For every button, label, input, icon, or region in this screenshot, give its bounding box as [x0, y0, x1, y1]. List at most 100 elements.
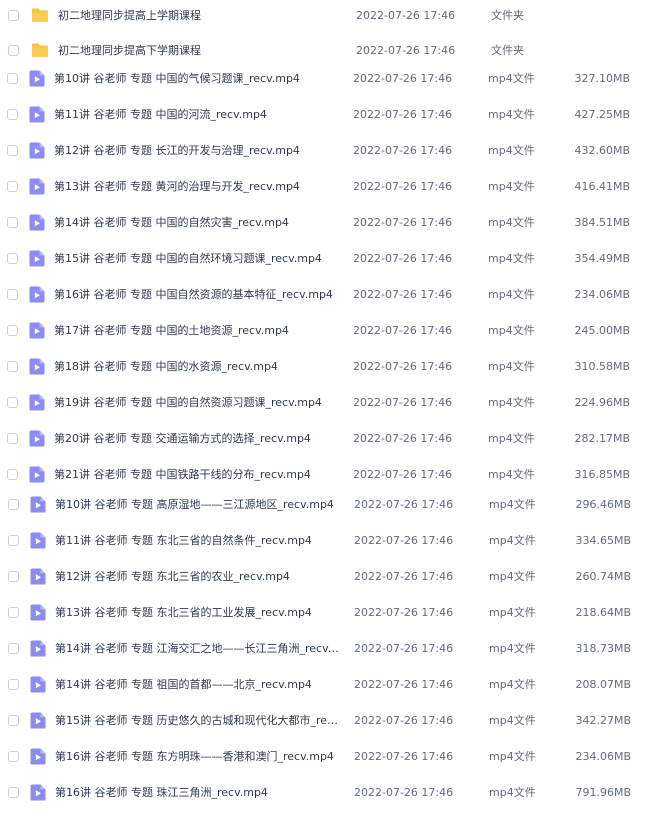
video-icon [29, 106, 46, 123]
row-checkbox[interactable] [7, 217, 18, 228]
file-date: 2022-07-26 17:46 [354, 714, 454, 727]
file-row[interactable]: 第16讲 谷老师 专题 东方明珠——香港和澳门_recv.mp4 2022-07-… [0, 746, 656, 768]
folder-shape [32, 43, 48, 57]
file-row[interactable]: 第15讲 谷老师 专题 中国的自然环境习题课_recv.mp4 2022-07-2… [0, 248, 656, 270]
file-row[interactable]: 第12讲 谷老师 专题 东北三省的农业_recv.mp4 2022-07-26 1… [0, 566, 656, 588]
row-checkbox[interactable] [7, 433, 18, 444]
folder-icon [31, 7, 48, 24]
file-name[interactable]: 第14讲 谷老师 专题 江海交汇之地——长江三角洲_recv.... [55, 638, 340, 660]
video-shape [29, 322, 45, 339]
file-size: 327.10MB [574, 72, 630, 85]
video-shape [30, 532, 46, 549]
file-name[interactable]: 第16讲 谷老师 专题 珠江三角洲_recv.mp4 [55, 782, 268, 804]
file-name[interactable]: 第21讲 谷老师 专题 中国铁路干线的分布_recv.mp4 [54, 464, 311, 486]
row-checkbox[interactable] [7, 181, 18, 192]
file-name[interactable]: 第11讲 谷老师 专题 东北三省的自然条件_recv.mp4 [55, 530, 312, 552]
video-shape [30, 712, 46, 729]
file-name[interactable]: 第14讲 谷老师 专题 祖国的首都——北京_recv.mp4 [55, 674, 312, 696]
row-checkbox[interactable] [8, 751, 19, 762]
folder-shape [32, 8, 48, 22]
folder-row[interactable]: 初二地理同步提高上学期课程 2022-07-26 17:46 文件夹 [0, 5, 656, 27]
file-type: mp4文件 [489, 606, 536, 619]
file-type: mp4文件 [488, 72, 535, 85]
row-checkbox[interactable] [7, 325, 18, 336]
file-date: 2022-07-26 17:46 [353, 468, 453, 481]
file-name[interactable]: 第13讲 谷老师 专题 黄河的治理与开发_recv.mp4 [54, 176, 300, 198]
file-name[interactable]: 第11讲 谷老师 专题 中国的河流_recv.mp4 [54, 104, 267, 126]
row-checkbox[interactable] [7, 145, 18, 156]
file-size: 318.73MB [575, 642, 631, 655]
video-icon [30, 496, 47, 513]
file-name[interactable]: 第10讲 谷老师 专题 高原湿地——三江源地区_recv.mp4 [55, 494, 334, 516]
file-name[interactable]: 第17讲 谷老师 专题 中国的土地资源_recv.mp4 [54, 320, 289, 342]
file-name[interactable]: 第10讲 谷老师 专题 中国的气候习题课_recv.mp4 [54, 68, 300, 90]
file-size: 342.27MB [575, 714, 631, 727]
file-row[interactable]: 第12讲 谷老师 专题 长江的开发与治理_recv.mp4 2022-07-26 … [0, 140, 656, 162]
file-name[interactable]: 初二地理同步提高上学期课程 [58, 5, 201, 27]
file-row[interactable]: 第20讲 谷老师 专题 交通运输方式的选择_recv.mp4 2022-07-26… [0, 428, 656, 450]
row-checkbox[interactable] [8, 10, 19, 21]
row-checkbox[interactable] [8, 787, 19, 798]
folder-icon [31, 42, 48, 59]
video-shape [30, 604, 46, 621]
file-date: 2022-07-26 17:46 [353, 252, 453, 265]
row-checkbox[interactable] [7, 469, 18, 480]
file-row[interactable]: 第11讲 谷老师 专题 中国的河流_recv.mp4 2022-07-26 17:… [0, 104, 656, 126]
row-checkbox[interactable] [8, 535, 19, 546]
file-type: mp4文件 [488, 396, 535, 409]
row-checkbox[interactable] [7, 361, 18, 372]
file-name[interactable]: 第19讲 谷老师 专题 中国的自然资源习题课_recv.mp4 [54, 392, 322, 414]
folder-row[interactable]: 初二地理同步提高下学期课程 2022-07-26 17:46 文件夹 [0, 40, 656, 62]
row-checkbox[interactable] [7, 109, 18, 120]
video-icon [30, 604, 47, 621]
file-name[interactable]: 第12讲 谷老师 专题 长江的开发与治理_recv.mp4 [54, 140, 300, 162]
row-checkbox[interactable] [8, 679, 19, 690]
file-type: mp4文件 [489, 642, 536, 655]
file-row[interactable]: 第17讲 谷老师 专题 中国的土地资源_recv.mp4 2022-07-26 1… [0, 320, 656, 342]
file-row[interactable]: 第16讲 谷老师 专题 中国自然资源的基本特征_recv.mp4 2022-07-… [0, 284, 656, 306]
row-checkbox[interactable] [7, 289, 18, 300]
file-name[interactable]: 第20讲 谷老师 专题 交通运输方式的选择_recv.mp4 [54, 428, 311, 450]
video-shape [29, 286, 45, 303]
row-checkbox[interactable] [8, 607, 19, 618]
file-size: 416.41MB [574, 180, 630, 193]
file-name[interactable]: 第12讲 谷老师 专题 东北三省的农业_recv.mp4 [55, 566, 290, 588]
file-row[interactable]: 第10讲 谷老师 专题 中国的气候习题课_recv.mp4 2022-07-26 … [0, 68, 656, 90]
file-row[interactable]: 第14讲 谷老师 专题 中国的自然灾害_recv.mp4 2022-07-26 1… [0, 212, 656, 234]
file-name[interactable]: 初二地理同步提高下学期课程 [58, 40, 201, 62]
file-row[interactable]: 第10讲 谷老师 专题 高原湿地——三江源地区_recv.mp4 2022-07-… [0, 494, 656, 516]
file-name[interactable]: 第15讲 谷老师 专题 历史悠久的古城和现代化大都市_rec... [55, 710, 340, 732]
file-name[interactable]: 第16讲 谷老师 专题 中国自然资源的基本特征_recv.mp4 [54, 284, 333, 306]
video-icon [29, 286, 46, 303]
video-shape [30, 496, 46, 513]
row-checkbox[interactable] [7, 73, 18, 84]
file-row[interactable]: 第13讲 谷老师 专题 黄河的治理与开发_recv.mp4 2022-07-26 … [0, 176, 656, 198]
row-checkbox[interactable] [8, 643, 19, 654]
file-type: mp4文件 [489, 570, 536, 583]
row-checkbox[interactable] [8, 715, 19, 726]
file-row[interactable]: 第18讲 谷老师 专题 中国的水资源_recv.mp4 2022-07-26 17… [0, 356, 656, 378]
row-checkbox[interactable] [8, 571, 19, 582]
file-name[interactable]: 第16讲 谷老师 专题 东方明珠——香港和澳门_recv.mp4 [55, 746, 334, 768]
file-date: 2022-07-26 17:46 [353, 108, 453, 121]
file-name[interactable]: 第14讲 谷老师 专题 中国的自然灾害_recv.mp4 [54, 212, 289, 234]
row-checkbox[interactable] [8, 499, 19, 510]
file-row[interactable]: 第21讲 谷老师 专题 中国铁路干线的分布_recv.mp4 2022-07-26… [0, 464, 656, 486]
file-name[interactable]: 第15讲 谷老师 专题 中国的自然环境习题课_recv.mp4 [54, 248, 322, 270]
row-checkbox[interactable] [7, 253, 18, 264]
file-name[interactable]: 第18讲 谷老师 专题 中国的水资源_recv.mp4 [54, 356, 278, 378]
file-type: mp4文件 [488, 216, 535, 229]
row-checkbox[interactable] [7, 397, 18, 408]
video-shape [30, 568, 46, 585]
file-row[interactable]: 第14讲 谷老师 专题 祖国的首都——北京_recv.mp4 2022-07-26… [0, 674, 656, 696]
file-row[interactable]: 第14讲 谷老师 专题 江海交汇之地——长江三角洲_recv.... 2022-0… [0, 638, 656, 660]
file-row[interactable]: 第13讲 谷老师 专题 东北三省的工业发展_recv.mp4 2022-07-26… [0, 602, 656, 624]
file-row[interactable]: 第19讲 谷老师 专题 中国的自然资源习题课_recv.mp4 2022-07-2… [0, 392, 656, 414]
file-row[interactable]: 第15讲 谷老师 专题 历史悠久的古城和现代化大都市_rec... 2022-07… [0, 710, 656, 732]
file-row[interactable]: 第16讲 谷老师 专题 珠江三角洲_recv.mp4 2022-07-26 17:… [0, 782, 656, 804]
file-row[interactable]: 第11讲 谷老师 专题 东北三省的自然条件_recv.mp4 2022-07-26… [0, 530, 656, 552]
video-icon [30, 676, 47, 693]
file-name[interactable]: 第13讲 谷老师 专题 东北三省的工业发展_recv.mp4 [55, 602, 312, 624]
video-shape [29, 358, 45, 375]
row-checkbox[interactable] [8, 45, 19, 56]
